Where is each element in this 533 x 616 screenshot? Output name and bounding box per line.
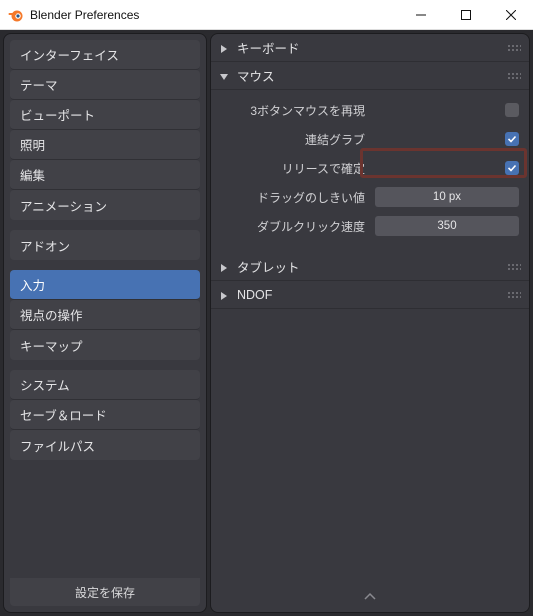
save-prefs-label: 設定を保存: [75, 584, 135, 601]
checkbox-emulate-3button[interactable]: [505, 103, 519, 117]
row-dblclick-speed: ダブルクリック速度 350: [221, 212, 519, 240]
sidebar-item[interactable]: キーマップ: [10, 330, 200, 360]
panel-ndof-title: NDOF: [237, 288, 272, 302]
panel-tablet-title: タブレット: [237, 257, 300, 276]
drag-handle-icon[interactable]: [507, 263, 521, 271]
drag-handle-icon[interactable]: [507, 72, 521, 80]
label-continuous-grab: 連結グラブ: [221, 131, 375, 148]
sidebar-item[interactable]: アドオン: [10, 230, 200, 260]
panel-keyboard-header[interactable]: キーボード: [211, 34, 529, 62]
row-emulate-3button: 3ボタンマウスを再現: [221, 96, 519, 124]
panel-ndof-header[interactable]: NDOF: [211, 281, 529, 309]
sidebar-item[interactable]: 編集: [10, 160, 200, 190]
sidebar-item[interactable]: 照明: [10, 130, 200, 160]
maximize-button[interactable]: [443, 0, 488, 30]
checkbox-confirm-release[interactable]: [505, 161, 519, 175]
sidebar-item[interactable]: 視点の操作: [10, 300, 200, 330]
drag-handle-icon[interactable]: [507, 44, 521, 52]
window-title: Blender Preferences: [30, 8, 398, 22]
sidebar-item[interactable]: 入力: [10, 270, 200, 300]
save-prefs-button[interactable]: 設定を保存: [10, 578, 200, 606]
panel-tablet-header[interactable]: タブレット: [211, 253, 529, 281]
chevron-right-icon: [219, 43, 229, 53]
blender-logo-icon: [8, 7, 24, 23]
row-continuous-grab: 連結グラブ: [221, 125, 519, 153]
label-emulate-3button: 3ボタンマウスを再現: [221, 102, 375, 119]
sidebar-item[interactable]: セーブ＆ロード: [10, 400, 200, 430]
sidebar-group: アドオン: [10, 230, 200, 260]
chevron-right-icon: [219, 290, 229, 300]
sidebar-item[interactable]: システム: [10, 370, 200, 400]
field-dblclick-speed[interactable]: 350: [375, 216, 519, 236]
panel-mouse-title: マウス: [237, 66, 275, 85]
label-confirm-release: リリースで確定: [221, 160, 375, 177]
sidebar-nav: インターフェイステーマビューポート照明編集アニメーションアドオン入力視点の操作キ…: [10, 40, 200, 578]
row-confirm-release: リリースで確定: [221, 154, 519, 182]
panel-mouse-body: 3ボタンマウスを再現 連結グラブ リリースで確定: [211, 90, 529, 253]
label-dblclick-speed: ダブルクリック速度: [221, 218, 375, 235]
checkbox-continuous-grab[interactable]: [505, 132, 519, 146]
sidebar-group: インターフェイステーマビューポート照明編集アニメーション: [10, 40, 200, 220]
sidebar: インターフェイステーマビューポート照明編集アニメーションアドオン入力視点の操作キ…: [3, 33, 207, 613]
sidebar-item[interactable]: ビューポート: [10, 100, 200, 130]
panel-keyboard-title: キーボード: [237, 38, 300, 57]
row-drag-threshold: ドラッグのしきい値 10 px: [221, 183, 519, 211]
sidebar-group: 入力視点の操作キーマップ: [10, 270, 200, 360]
close-button[interactable]: [488, 0, 533, 30]
chevron-right-icon: [219, 262, 229, 272]
chevron-down-icon: [219, 71, 229, 81]
sidebar-item[interactable]: ファイルパス: [10, 430, 200, 460]
main-panel: キーボード マウス 3ボタンマウスを再現 連結グラブ: [210, 33, 530, 613]
field-drag-threshold[interactable]: 10 px: [375, 187, 519, 207]
drag-handle-icon[interactable]: [507, 291, 521, 299]
scroll-up-icon[interactable]: [364, 590, 376, 608]
sidebar-item[interactable]: インターフェイス: [10, 40, 200, 70]
sidebar-group: システムセーブ＆ロードファイルパス: [10, 370, 200, 460]
sidebar-item[interactable]: アニメーション: [10, 190, 200, 220]
window-titlebar: Blender Preferences: [0, 0, 533, 30]
panel-mouse-header[interactable]: マウス: [211, 62, 529, 90]
sidebar-item[interactable]: テーマ: [10, 70, 200, 100]
minimize-button[interactable]: [398, 0, 443, 30]
label-drag-threshold: ドラッグのしきい値: [221, 189, 375, 206]
app-body: インターフェイステーマビューポート照明編集アニメーションアドオン入力視点の操作キ…: [0, 30, 533, 616]
